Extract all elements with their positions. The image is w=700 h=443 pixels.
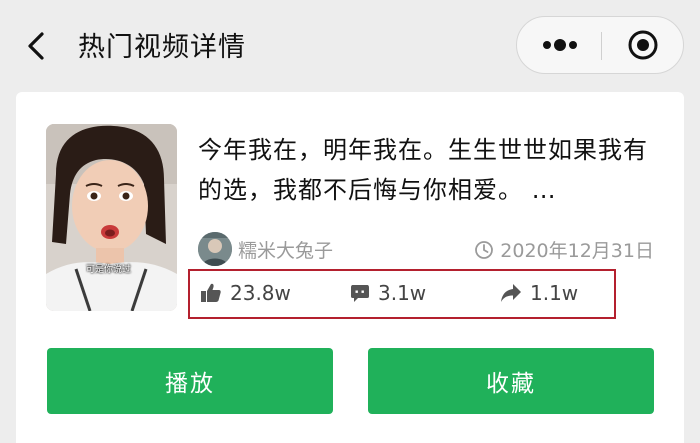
comment-icon <box>351 285 369 302</box>
stats-highlight-box: 23.8w 3.1w 1.1w <box>188 269 616 319</box>
close-button[interactable] <box>602 17 684 73</box>
close-target-icon <box>628 30 658 60</box>
clock-icon <box>475 240 494 259</box>
author-avatar-image <box>198 232 232 266</box>
thumbnail-image <box>46 124 177 311</box>
navigation-bar: 热门视频详情 <box>0 0 700 92</box>
share-icon <box>501 284 521 302</box>
likes-count: 23.8w <box>230 281 291 305</box>
shares-stat[interactable]: 1.1w <box>500 281 578 305</box>
thumbnail-caption: 可是你说过 <box>86 265 132 275</box>
comments-stat[interactable]: 3.1w <box>350 281 426 305</box>
miniprogram-capsule <box>516 16 684 74</box>
favorite-button[interactable]: 收藏 <box>368 348 654 414</box>
author-name[interactable]: 糯米大兔子 <box>238 236 333 263</box>
thumbs-up-icon <box>201 283 221 302</box>
comments-count: 3.1w <box>378 281 427 305</box>
more-dots-icon <box>543 39 577 51</box>
likes-stat[interactable]: 23.8w <box>200 281 291 305</box>
page-title: 热门视频详情 <box>78 32 246 63</box>
more-button[interactable] <box>517 17 601 73</box>
back-button[interactable] <box>22 26 58 66</box>
back-arrow-icon <box>28 32 44 60</box>
date-text: 2020年12月31日 <box>500 240 654 262</box>
shares-count: 1.1w <box>530 281 579 305</box>
video-thumbnail[interactable]: 可是你说过 <box>46 124 177 311</box>
publish-date: 2020年12月31日 <box>474 236 654 263</box>
avatar[interactable] <box>198 232 232 266</box>
play-button[interactable]: 播放 <box>47 348 333 414</box>
video-card: 可是你说过 今年我在，明年我在。生生世世如果我有的选，我都不后悔与你相爱。 … … <box>16 92 684 443</box>
video-title[interactable]: 今年我在，明年我在。生生世世如果我有的选，我都不后悔与你相爱。 … <box>198 130 658 210</box>
